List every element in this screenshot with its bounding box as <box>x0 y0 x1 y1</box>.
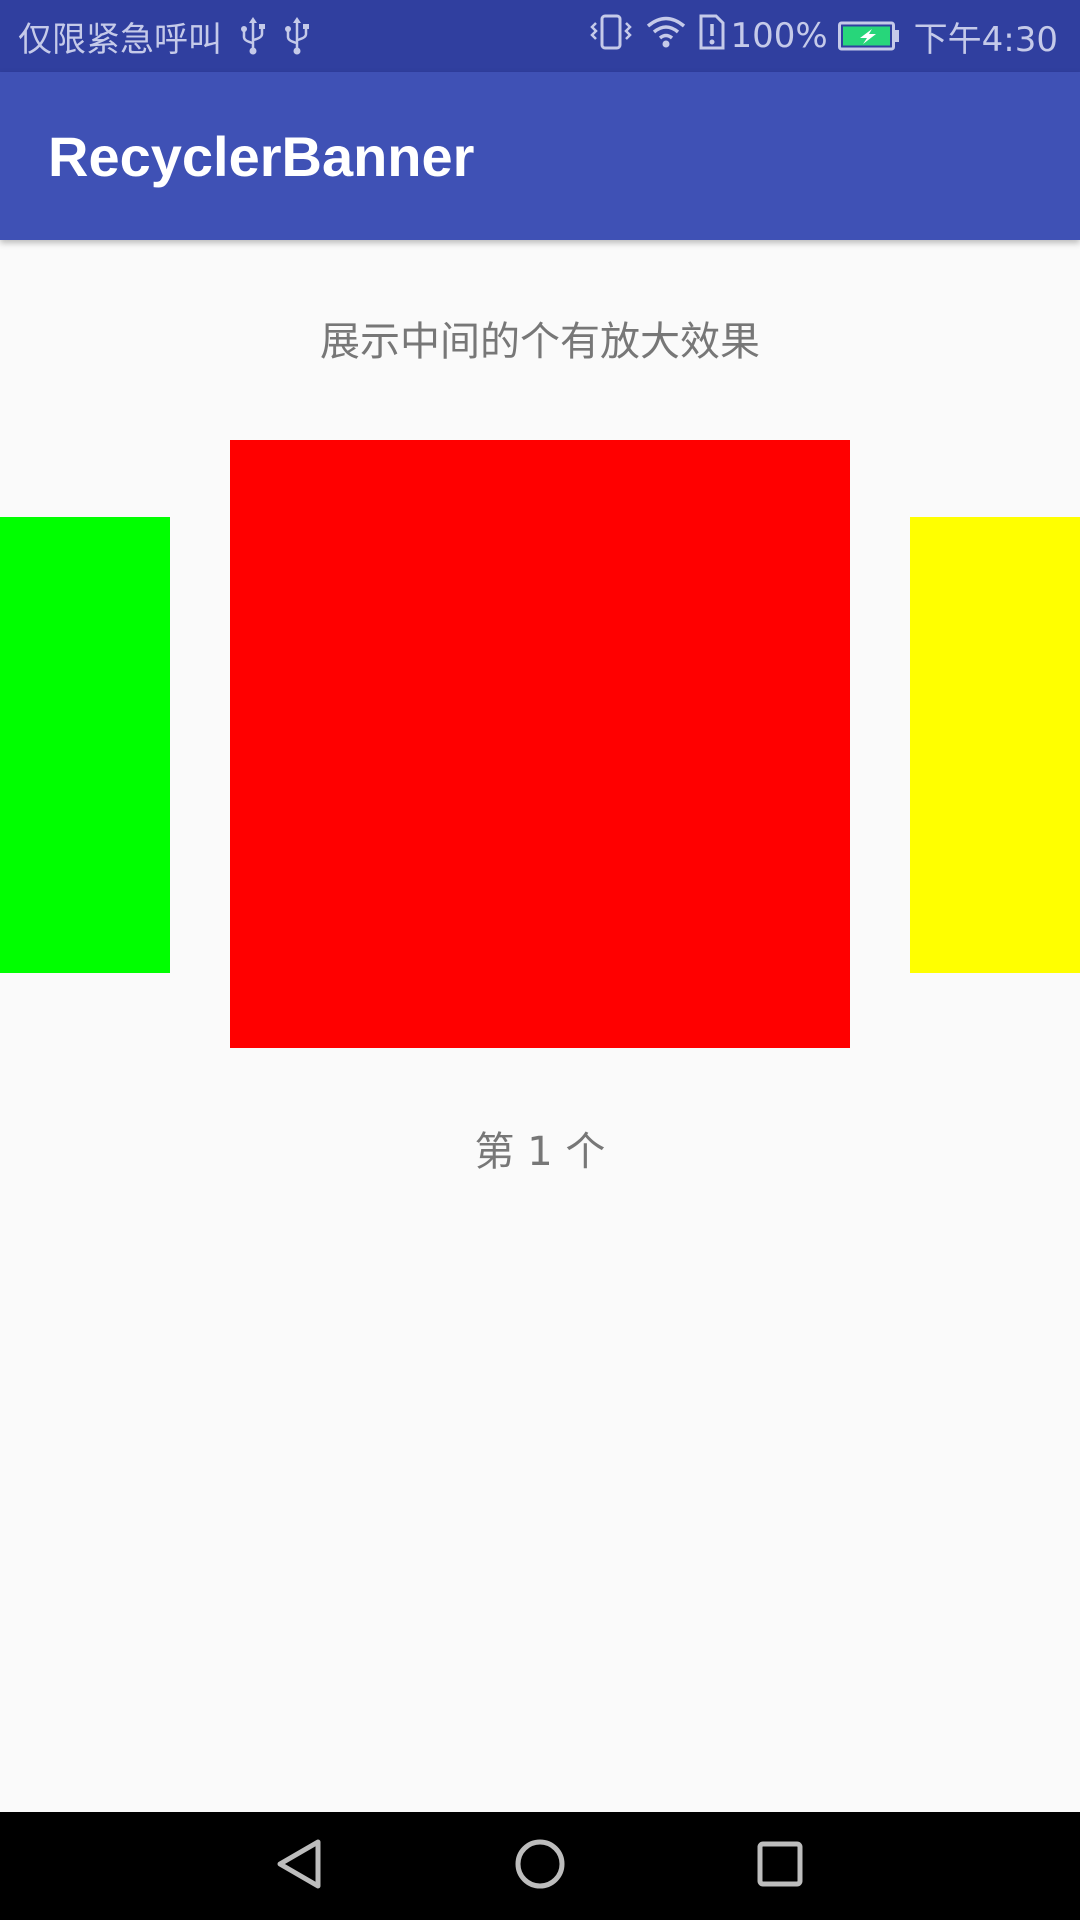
screen: 仅限紧急呼叫 100% 下午4:30 RecyclerBanner 展示中间的个… <box>0 0 1080 1920</box>
sim-alert-icon <box>698 13 726 60</box>
recent-apps-button[interactable] <box>740 1826 820 1906</box>
usb-icon <box>284 17 310 55</box>
current-item-indicator: 第 1 个 <box>474 1129 606 1175</box>
status-right: 100% 下午4:30 <box>576 12 1058 61</box>
battery-charging-icon <box>837 21 900 51</box>
vibrate-icon <box>588 13 634 60</box>
battery-percent: 100% <box>730 16 828 56</box>
banner-description: 展示中间的个有放大效果 <box>320 319 760 365</box>
back-icon <box>270 1834 330 1898</box>
status-left: 仅限紧急呼叫 <box>18 12 310 61</box>
back-button[interactable] <box>260 1826 340 1906</box>
banner-item-center[interactable] <box>230 440 850 1048</box>
status-bar: 仅限紧急呼叫 100% 下午4:30 <box>0 0 1080 72</box>
recent-apps-icon <box>750 1834 810 1898</box>
app-title: RecyclerBanner <box>48 124 475 188</box>
app-bar: RecyclerBanner <box>0 72 1080 240</box>
navigation-bar <box>0 1812 1080 1920</box>
wifi-icon <box>646 15 686 58</box>
home-button[interactable] <box>500 1826 580 1906</box>
banner-item-right[interactable] <box>910 517 1080 973</box>
carrier-text: 仅限紧急呼叫 <box>18 19 222 60</box>
usb-icon <box>240 17 266 55</box>
status-time: 下午4:30 <box>913 19 1058 60</box>
banner-item-left[interactable] <box>0 517 170 973</box>
recycler-banner[interactable] <box>0 440 1080 1050</box>
home-icon <box>510 1834 570 1898</box>
